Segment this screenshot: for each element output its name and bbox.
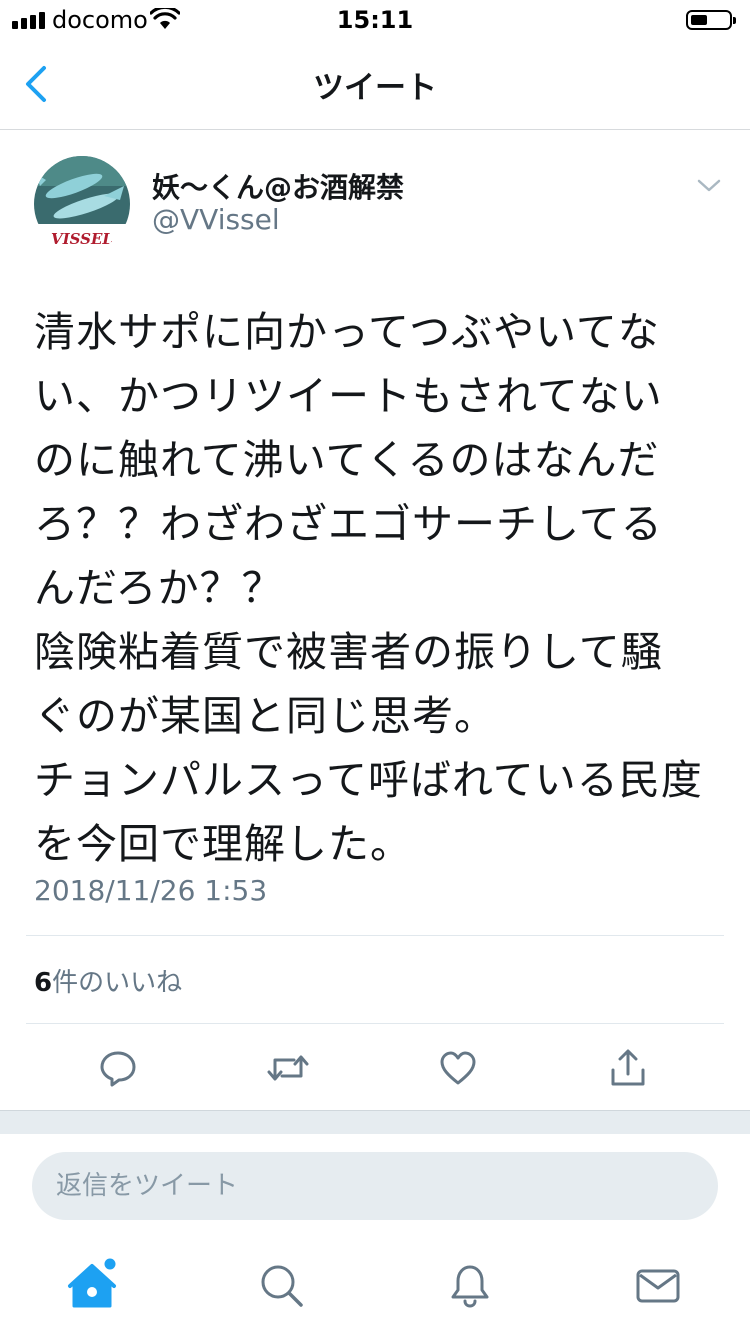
reply-icon[interactable] (96, 1046, 140, 1090)
avatar[interactable]: VISSEL (34, 156, 130, 252)
divider (26, 935, 724, 936)
status-bar: docomo 15:11 (0, 0, 750, 40)
like-icon[interactable] (436, 1046, 480, 1090)
likes-number: 6 (34, 968, 53, 998)
section-separator (0, 1110, 750, 1135)
likes-count[interactable]: 6件のいいね (34, 962, 182, 999)
tweet-timestamp: 2018/11/26 1:53 (34, 874, 268, 907)
tweet-text: 清水サポに向かってつぶやいてない、かつリツイートもされてないのに触れて沸いてくる… (34, 308, 703, 868)
home-icon[interactable] (66, 1258, 122, 1314)
notifications-icon[interactable] (442, 1258, 498, 1314)
chevron-down-icon[interactable] (696, 178, 722, 194)
share-icon[interactable] (606, 1046, 650, 1090)
avatar-text: VISSEL (51, 230, 113, 248)
page-title: ツイート (313, 70, 437, 106)
divider (26, 1023, 724, 1024)
clock: 15:11 (336, 6, 414, 34)
nav-bar: ツイート (0, 40, 750, 130)
reply-input[interactable] (32, 1152, 718, 1220)
search-icon[interactable] (254, 1258, 310, 1314)
messages-icon[interactable] (630, 1258, 686, 1314)
avatar-image: VISSEL (34, 156, 130, 252)
user-handle[interactable]: @VVissel (152, 203, 280, 236)
likes-label: 件のいいね (52, 968, 183, 998)
battery-icon (686, 10, 736, 30)
display-name[interactable]: 妖〜くん@お酒解禁 (152, 166, 404, 206)
retweet-icon[interactable] (266, 1046, 310, 1090)
